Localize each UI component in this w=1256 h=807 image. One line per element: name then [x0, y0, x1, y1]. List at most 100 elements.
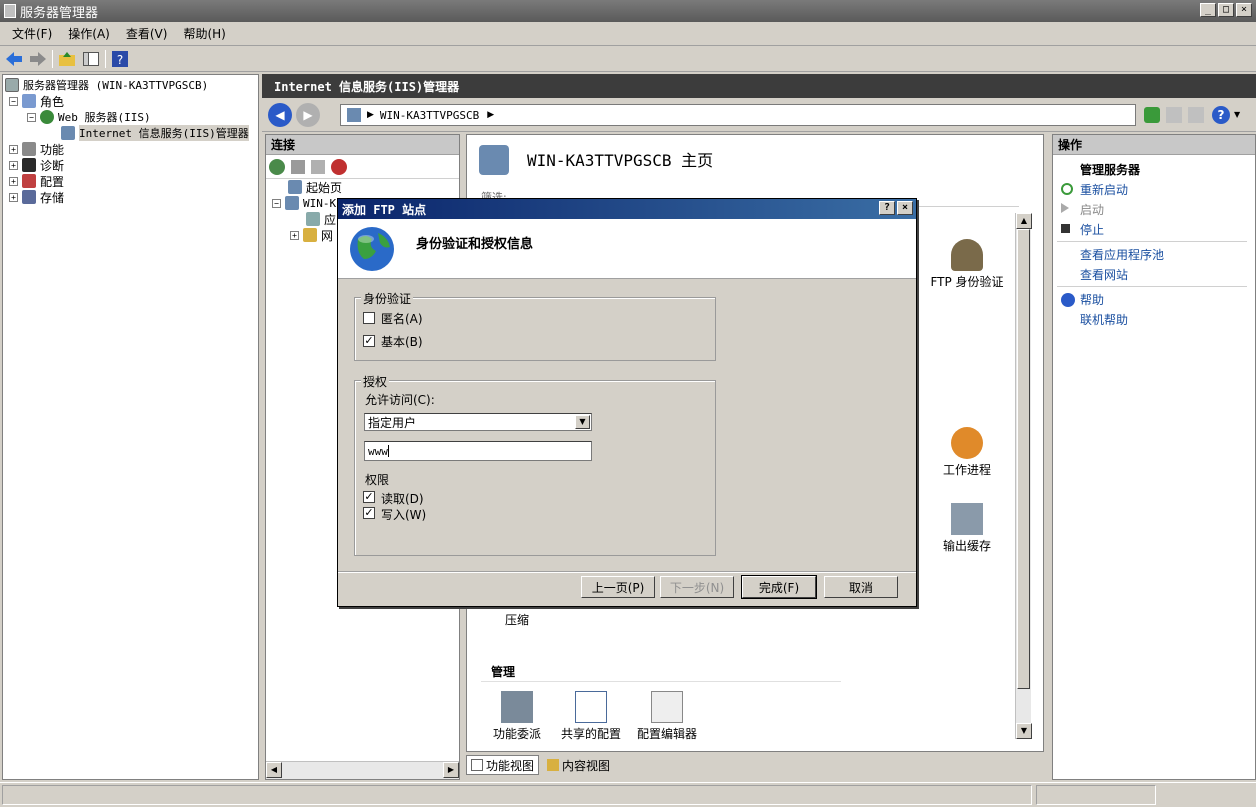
basic-checkbox[interactable]: ✓ [363, 335, 375, 347]
minimize-button[interactable]: _ [1200, 3, 1216, 17]
expand-icon[interactable]: + [9, 160, 18, 170]
tab-content-view[interactable]: 内容视图 [543, 755, 614, 775]
iis-icon [61, 126, 75, 140]
expand-icon[interactable]: + [9, 144, 18, 154]
tree-item-root[interactable]: 服务器管理器 (WIN-KA3TTVPGSCB) [5, 77, 208, 93]
status-bar [0, 782, 1256, 807]
tree-item-iis-manager[interactable]: Internet 信息服务(IIS)管理器 [61, 125, 249, 141]
conn-start-page[interactable]: 起始页 [288, 179, 342, 195]
feature-compression[interactable]: 压缩 [477, 611, 557, 628]
prev-button[interactable]: 上一页(P) [581, 576, 655, 598]
feature-output-cache[interactable]: 输出缓存 [927, 503, 1007, 554]
conn-sites[interactable]: + 网 [290, 227, 333, 243]
config-editor-icon [651, 691, 683, 723]
authz-group-label: 授权 [361, 373, 390, 390]
stop-icon[interactable] [1166, 107, 1182, 123]
up-folder-icon[interactable] [57, 49, 77, 69]
tree-item-configuration[interactable]: + 配置 [9, 173, 64, 189]
help-icon[interactable]: ? [110, 49, 130, 69]
next-button[interactable]: 下一步(N) [660, 576, 734, 598]
close-button[interactable]: × [1236, 3, 1252, 17]
collapse-icon[interactable]: − [9, 96, 18, 106]
content-view-icon [547, 759, 560, 771]
collapse-icon[interactable]: − [272, 198, 281, 208]
back-button[interactable]: ◀ [268, 103, 292, 127]
dialog-title: 添加 FTP 站点 [342, 202, 427, 217]
read-checkbox[interactable]: ✓ [363, 491, 375, 503]
feature-compression-label: 压缩 [504, 613, 529, 627]
ftp-auth-icon [951, 239, 983, 271]
breadcrumb-server[interactable]: WIN-KA3TTVPGSCB [380, 109, 479, 122]
action-view-app-pools[interactable]: 查看应用程序池 [1080, 246, 1164, 263]
action-stop[interactable]: 停止 [1080, 221, 1104, 238]
conn-start-label: 起始页 [306, 180, 343, 195]
disconnect-icon[interactable] [331, 158, 347, 175]
configuration-icon [22, 174, 36, 188]
forward-arrow-icon[interactable] [28, 49, 48, 69]
back-arrow-icon[interactable] [4, 49, 24, 69]
action-view-sites[interactable]: 查看网站 [1080, 266, 1128, 283]
iis-navbar: ◀ ▶ ▶ WIN-KA3TTVPGSCB ▶ ? ▼ [262, 98, 1256, 132]
cancel-button[interactable]: 取消 [824, 576, 898, 598]
action-restart[interactable]: 重新启动 [1080, 181, 1128, 198]
expand-icon[interactable]: + [9, 192, 18, 202]
tree-item-diagnostics[interactable]: + 诊断 [9, 157, 64, 173]
users-input[interactable]: www [364, 441, 592, 461]
menu-file[interactable]: 文件(F) [4, 25, 60, 42]
output-cache-icon [951, 503, 983, 535]
refresh-icon[interactable] [1144, 107, 1160, 123]
tab-features-view[interactable]: 功能视图 [466, 755, 540, 775]
address-bar[interactable]: ▶ WIN-KA3TTVPGSCB ▶ [340, 104, 1136, 126]
menu-view[interactable]: 查看(V) [118, 25, 176, 42]
write-checkbox[interactable]: ✓ [363, 507, 375, 519]
feature-delegation-label: 功能委派 [492, 727, 541, 741]
connect-icon[interactable] [269, 158, 285, 175]
allow-access-select[interactable]: 指定用户 ▼ [364, 413, 592, 431]
menu-action[interactable]: 操作(A) [60, 25, 118, 42]
help-icon[interactable]: ? [1212, 106, 1230, 124]
auth-groupbox: 身份验证 匿名(A) ✓ 基本(B) [354, 290, 716, 361]
action-start[interactable]: 启动 [1080, 201, 1104, 218]
maximize-button[interactable]: □ [1218, 3, 1234, 17]
horizontal-scrollbar[interactable]: ◀ ▶ [266, 761, 459, 779]
tree-item-features[interactable]: + 功能 [9, 141, 64, 157]
forward-button[interactable]: ▶ [296, 103, 320, 127]
breadcrumb-separator: ▶ [367, 110, 374, 120]
vertical-scrollbar[interactable]: ▲ ▼ [1015, 213, 1032, 739]
dialog-help-button[interactable]: ? [879, 201, 895, 215]
server-icon [347, 108, 361, 122]
tree-item-roles[interactable]: − 角色 [9, 93, 64, 109]
up-icon[interactable] [311, 159, 325, 174]
dropdown-arrow-icon[interactable]: ▼ [1234, 110, 1240, 119]
app-pools-icon [306, 212, 320, 226]
save-icon[interactable] [291, 159, 305, 174]
expand-icon[interactable]: + [9, 176, 18, 186]
feature-config-editor[interactable]: 配置编辑器 [627, 691, 707, 742]
start-icon [1061, 203, 1069, 213]
show-hide-tree-icon[interactable] [81, 49, 101, 69]
finish-button[interactable]: 完成(F) [741, 575, 817, 599]
anonymous-label: 匿名(A) [381, 312, 423, 326]
feature-ftp-auth[interactable]: FTP 身份验证 [927, 239, 1007, 290]
dialog-close-button[interactable]: × [897, 201, 913, 215]
start-page-icon [288, 180, 302, 194]
feature-worker-process[interactable]: 工作进程 [927, 427, 1007, 478]
home-icon[interactable] [1188, 107, 1204, 123]
feature-shared-config[interactable]: 共享的配置 [551, 691, 631, 742]
conn-server[interactable]: − WIN-K [272, 195, 336, 211]
expand-icon[interactable]: + [290, 230, 299, 240]
roles-icon [22, 94, 36, 108]
tree-item-web-server[interactable]: − Web 服务器(IIS) [27, 109, 151, 125]
dropdown-arrow-icon[interactable]: ▼ [575, 415, 590, 429]
view-tabs: 功能视图 内容视图 [466, 755, 614, 777]
action-help[interactable]: 帮助 [1080, 291, 1104, 308]
collapse-icon[interactable]: − [27, 112, 36, 122]
tree-item-storage[interactable]: + 存储 [9, 189, 64, 205]
anonymous-checkbox[interactable] [363, 312, 375, 324]
menu-help[interactable]: 帮助(H) [175, 25, 233, 42]
conn-app-pools[interactable]: 应 [306, 211, 336, 227]
tab-content-label: 内容视图 [562, 758, 611, 773]
tree-root-label: 服务器管理器 (WIN-KA3TTVPGSCB) [23, 79, 209, 92]
feature-delegation[interactable]: 功能委派 [477, 691, 557, 742]
action-online-help[interactable]: 联机帮助 [1080, 311, 1128, 328]
